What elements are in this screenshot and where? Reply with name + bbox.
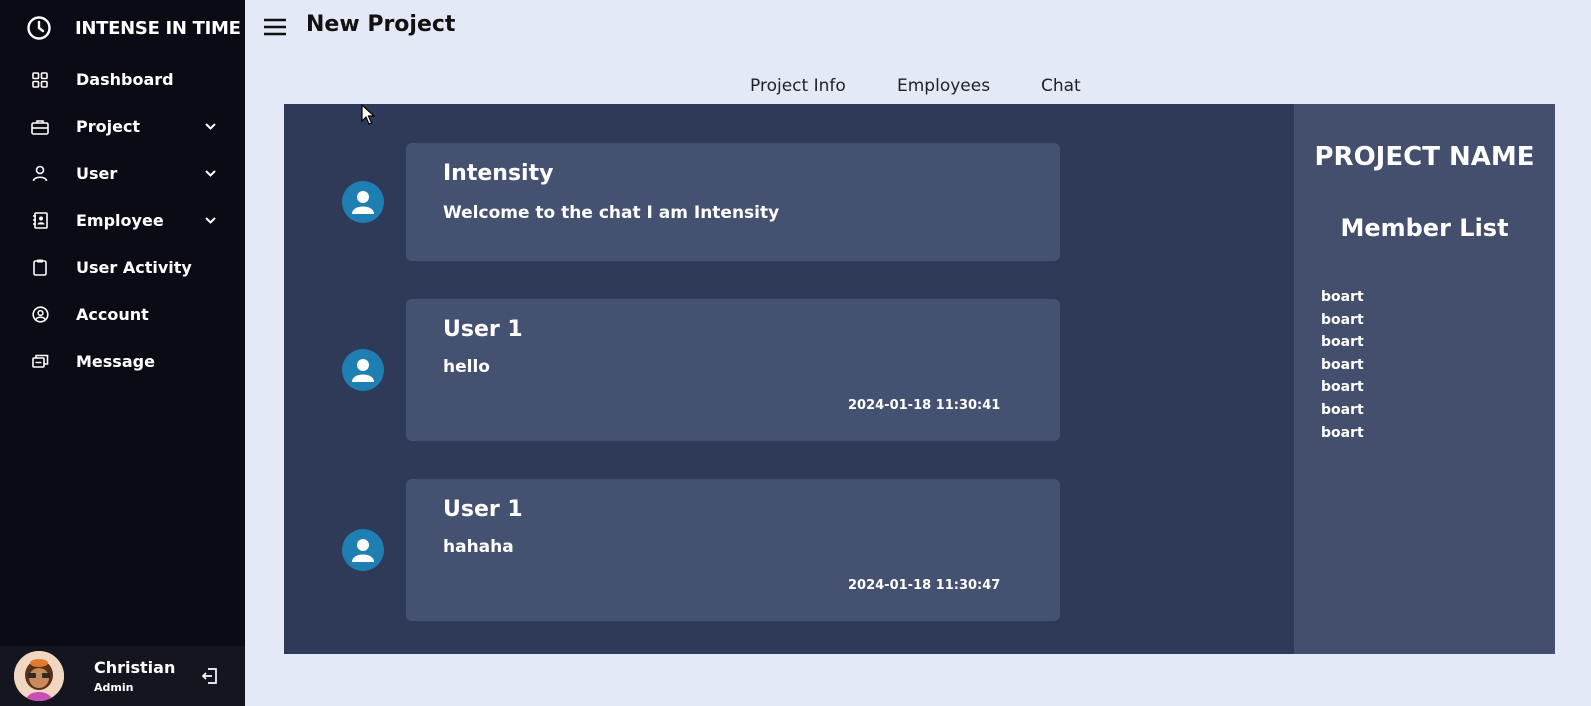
sidebar-item-user[interactable]: User (0, 150, 245, 197)
page-title: New Project (306, 12, 456, 37)
tab-employees[interactable]: Employees (897, 76, 990, 96)
member-item: boart (1321, 379, 1364, 396)
chevron-down-icon[interactable] (204, 120, 217, 133)
member-item: boart (1321, 334, 1364, 351)
chevron-down-icon[interactable] (204, 167, 217, 180)
message-card: Intensity Welcome to the chat I am Inten… (406, 143, 1060, 261)
tab-project-info[interactable]: Project Info (750, 76, 846, 96)
clock-icon (27, 16, 51, 40)
avatar[interactable] (14, 651, 64, 701)
contacts-book-icon (31, 212, 49, 230)
member-item: boart (1321, 356, 1364, 373)
sidebar-item-label: Project (76, 117, 141, 136)
sidebar-item-label: Employee (76, 211, 164, 230)
sidebar-item-project[interactable]: Project (0, 103, 245, 150)
project-info-panel: PROJECT NAME Member List boart boart boa… (1294, 104, 1555, 654)
sidebar-item-message[interactable]: Message (0, 338, 245, 385)
sidebar-item-label: Message (76, 352, 155, 371)
logout-icon[interactable] (200, 666, 220, 686)
message-author: Intensity (443, 161, 554, 186)
clipboard-icon (31, 259, 49, 277)
sidebar-item-label: User (76, 164, 118, 183)
message-author: User 1 (443, 497, 523, 522)
member-list: boart boart boart boart boart boart boar… (1321, 286, 1364, 444)
member-item: boart (1321, 289, 1364, 305)
message-card: User 1 hello 2024-01-18 11:30:41 (406, 299, 1060, 441)
brand-title: INTENSE IN TIME (75, 17, 241, 39)
message-timestamp: 2024-01-18 11:30:41 (848, 398, 1001, 413)
sidebar-item-employee[interactable]: Employee (0, 197, 245, 244)
message-text: Welcome to the chat I am Intensity (443, 203, 780, 223)
user-avatar-icon (342, 529, 384, 571)
sidebar-nav: Dashboard Project User Employee User Act… (0, 56, 245, 385)
sidebar-item-account[interactable]: Account (0, 291, 245, 338)
chat-panel: Intensity Welcome to the chat I am Inten… (284, 104, 1294, 654)
chevron-down-icon[interactable] (204, 214, 217, 227)
profile-section: Christian Admin (0, 646, 245, 706)
sidebar-item-label: Account (76, 305, 149, 324)
account-circle-icon (31, 306, 49, 324)
user-icon (31, 165, 49, 183)
profile-name: Christian (94, 658, 176, 677)
message-icon (31, 353, 49, 371)
user-avatar-icon (342, 349, 384, 391)
brand[interactable]: INTENSE IN TIME (26, 14, 241, 42)
message-text: hello (443, 357, 490, 377)
sidebar: INTENSE IN TIME Dashboard Project User E… (0, 0, 245, 706)
hamburger-menu-icon[interactable] (263, 17, 287, 37)
project-name: PROJECT NAME (1314, 142, 1535, 172)
message-timestamp: 2024-01-18 11:30:47 (848, 578, 1001, 593)
tab-chat[interactable]: Chat (1041, 76, 1081, 96)
profile-role: Admin (94, 681, 134, 694)
message-card: User 1 hahaha 2024-01-18 11:30:47 (406, 479, 1060, 621)
tab-bar: Project Info Employees Chat (0, 76, 1591, 100)
message-text: hahaha (443, 537, 514, 557)
message-author: User 1 (443, 317, 523, 342)
member-list-title: Member List (1340, 214, 1509, 242)
sidebar-item-label: User Activity (76, 258, 192, 277)
member-item: boart (1321, 311, 1364, 328)
member-item: boart (1321, 401, 1364, 418)
user-avatar-icon (342, 181, 384, 223)
briefcase-icon (31, 118, 49, 136)
sidebar-item-user-activity[interactable]: User Activity (0, 244, 245, 291)
mouse-cursor-icon (361, 104, 375, 125)
member-item: boart (1321, 424, 1364, 441)
